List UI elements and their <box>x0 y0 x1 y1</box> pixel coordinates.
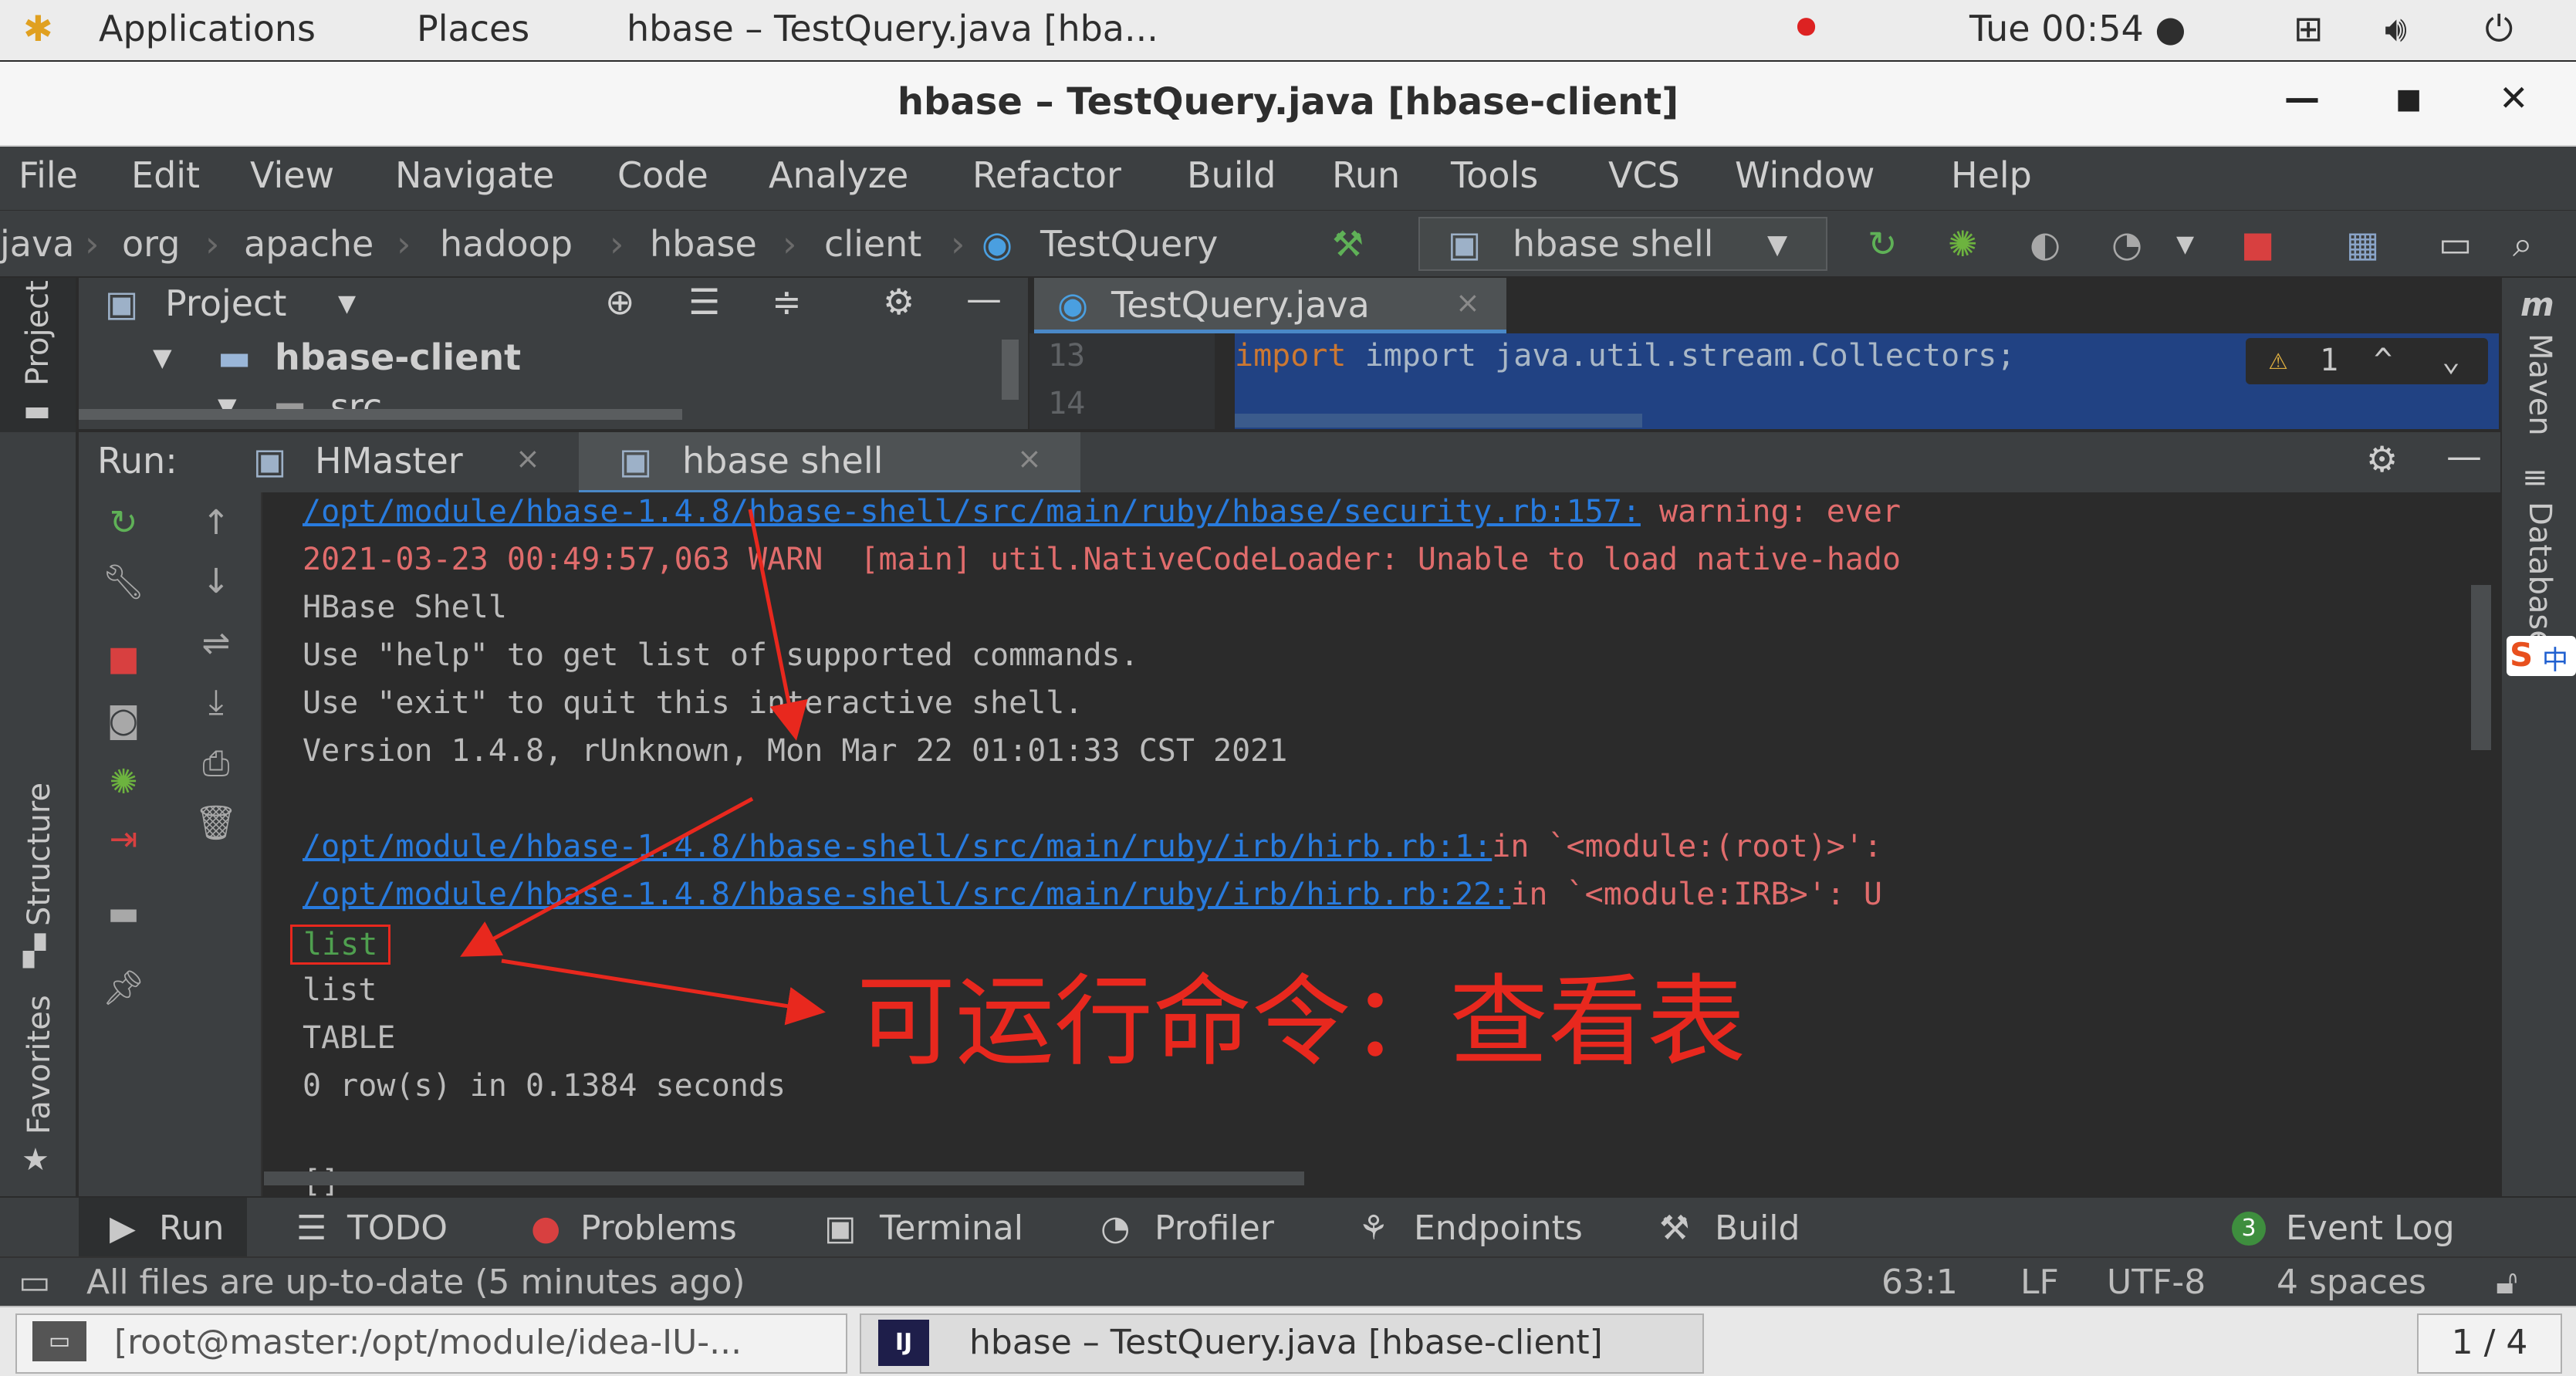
taskbar: ▭ [root@master:/opt/module/idea-IU-... I… <box>0 1306 2576 1376</box>
bottom-tab-run[interactable]: ▶ Run <box>79 1198 247 1256</box>
bottom-tab-event-log[interactable]: Event Log <box>2286 1209 2455 1248</box>
annotation-arrow <box>501 958 826 1026</box>
bottom-tool-tabs: ▶ Run ☰ TODO ● Problems ▣ Terminal ◔ Pro… <box>0 1196 2576 1256</box>
endpoints-icon: ⚘ <box>1358 1209 1389 1248</box>
file-encoding[interactable]: UTF-8 <box>2107 1263 2206 1302</box>
task-idea-label: hbase – TestQuery.java [hbase-client] <box>969 1323 1603 1362</box>
bottom-tab-problems[interactable]: Problems <box>580 1209 737 1248</box>
bottom-tab-run-label: Run <box>159 1209 225 1248</box>
event-log-badge: 3 <box>2232 1212 2266 1246</box>
bottom-tab-terminal[interactable]: Terminal <box>880 1209 1023 1248</box>
annotation-arrow <box>460 796 754 957</box>
status-bar: ▭ All files are up-to-date (5 minutes ag… <box>0 1256 2576 1306</box>
workspace-switcher[interactable]: 1 / 4 <box>2417 1313 2562 1374</box>
terminal-icon: ▭ <box>32 1321 86 1361</box>
bottom-tab-profiler[interactable]: Profiler <box>1154 1209 1274 1248</box>
annotation-arrows <box>460 509 826 1026</box>
status-layout-icon[interactable]: ▭ <box>19 1263 51 1302</box>
build-hammer-icon: ⚒ <box>1659 1209 1690 1248</box>
bottom-tab-todo[interactable]: TODO <box>347 1209 448 1248</box>
annotation-label: 可运行命令：查看表 <box>857 965 1746 1080</box>
problems-icon: ● <box>531 1209 561 1248</box>
profiler-icon: ◔ <box>1100 1209 1131 1248</box>
bottom-tab-build[interactable]: Build <box>1715 1209 1800 1248</box>
task-idea[interactable]: IJ hbase – TestQuery.java [hbase-client] <box>860 1313 1704 1374</box>
indent-setting[interactable]: 4 spaces <box>2277 1263 2426 1302</box>
line-separator[interactable]: LF <box>2020 1263 2059 1302</box>
task-terminal-label: [root@master:/opt/module/idea-IU-... <box>114 1323 742 1362</box>
bottom-tab-endpoints[interactable]: Endpoints <box>1414 1209 1583 1248</box>
status-message: All files are up-to-date (5 minutes ago) <box>86 1263 745 1302</box>
workspace-indicator: 1 / 4 <box>2451 1323 2528 1362</box>
lock-icon[interactable]: 🔓︎ <box>2496 1263 2518 1302</box>
task-terminal[interactable]: ▭ [root@master:/opt/module/idea-IU-... <box>15 1313 847 1374</box>
annotation-arrow <box>748 509 808 741</box>
intellij-icon: IJ <box>878 1320 929 1366</box>
terminal-icon: ▣ <box>824 1209 857 1248</box>
caret-position[interactable]: 63:1 <box>1881 1263 1958 1302</box>
run-triangle-icon: ▶ <box>110 1209 136 1248</box>
list-icon: ☰ <box>296 1209 327 1248</box>
